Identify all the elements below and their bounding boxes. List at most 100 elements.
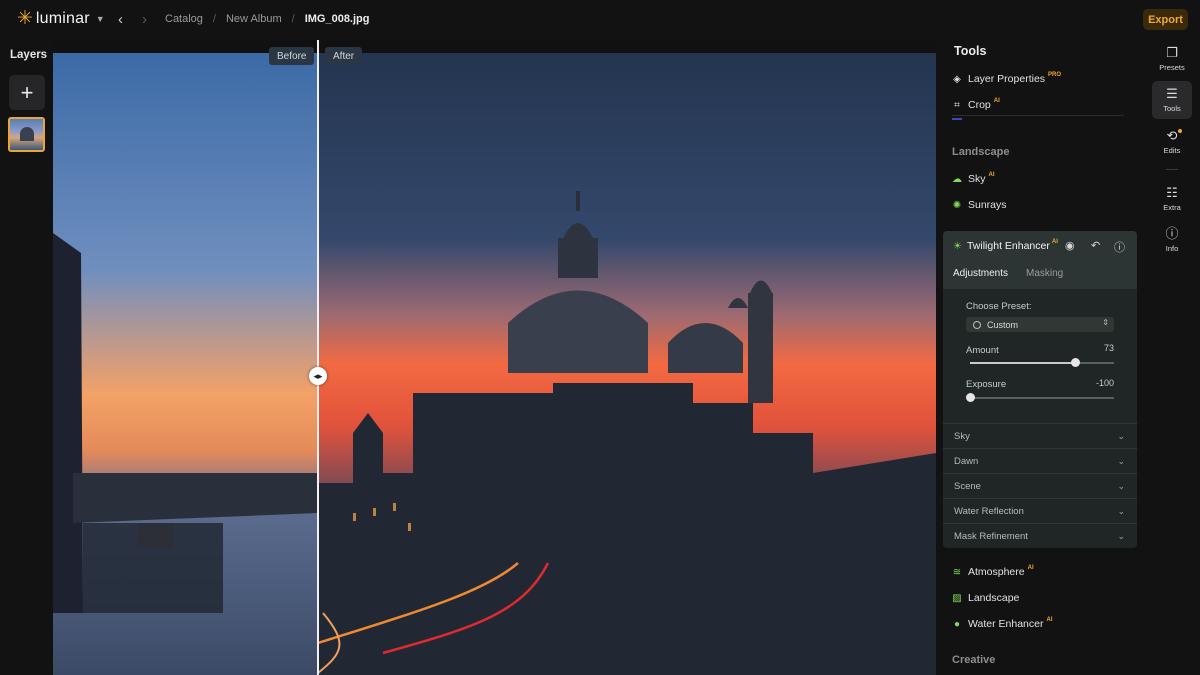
chevron-down-icon: ▼ <box>95 13 105 24</box>
section-label: Mask Refinement <box>954 530 1028 542</box>
cloud-icon: ☁ <box>952 173 962 185</box>
twilight-header[interactable]: ☀ Twilight Enhancer AI ◉ ↶ ⓘ <box>943 231 1137 260</box>
rail-tools[interactable]: ☰ Tools <box>1152 81 1192 119</box>
tool-label: Crop <box>968 99 991 111</box>
info-icon[interactable]: ⓘ <box>1114 239 1125 255</box>
tool-sky[interactable]: ☁ Sky AI <box>952 172 995 185</box>
rail-edits[interactable]: ⟲ Edits <box>1152 123 1192 161</box>
tool-water-enhancer[interactable]: ● Water Enhancer AI <box>952 617 1053 630</box>
section-mask-refinement[interactable]: Mask Refinement ⌄ <box>943 523 1137 548</box>
breadcrumb-album[interactable]: New Album <box>226 13 282 25</box>
rail-label: Tools <box>1163 104 1181 113</box>
drop-icon: ● <box>953 618 961 630</box>
section-water-reflection[interactable]: Water Reflection ⌄ <box>943 498 1137 523</box>
chevron-down-icon: ⌄ <box>1117 505 1125 516</box>
app-name: luminar <box>35 9 90 27</box>
section-label: Dawn <box>954 455 979 467</box>
tool-layer-properties[interactable]: ◈ Layer Properties PRO <box>952 72 1061 85</box>
ai-tag: AI <box>1046 617 1053 623</box>
tool-label: Sky <box>968 173 986 185</box>
ai-tag: AI <box>993 98 1000 104</box>
tab-adjustments[interactable]: Adjustments <box>953 268 1008 279</box>
tools-panel: Tools ◈ Layer Properties PRO ⌗ Crop AI L… <box>936 40 1146 675</box>
crop-icon: ⌗ <box>954 99 960 111</box>
tool-landscape[interactable]: ▨ Landscape <box>952 592 1019 604</box>
section-scene[interactable]: Scene ⌄ <box>943 473 1137 498</box>
venice-photo <box>53 53 936 675</box>
exposure-label: Exposure <box>966 379 1007 390</box>
rail-label: Extra <box>1163 203 1181 212</box>
preset-value: Custom <box>987 319 1019 330</box>
after-label: After <box>325 47 363 65</box>
amount-slider[interactable] <box>970 358 1114 367</box>
info-icon: ⓘ <box>1165 226 1179 241</box>
list-icon: ☷ <box>1166 185 1178 200</box>
rail-presets[interactable]: ❐ Presets <box>1152 40 1192 78</box>
sliders-icon: ☰ <box>1166 86 1178 101</box>
ai-tag: AI <box>1027 565 1034 571</box>
divider <box>952 115 1124 120</box>
app-logo[interactable]: ✳ luminar ▼ <box>17 9 105 28</box>
plus-icon: + <box>20 79 34 105</box>
chevron-down-icon: ⌄ <box>1117 455 1125 466</box>
section-label: Water Reflection <box>954 505 1024 517</box>
undo-icon[interactable]: ↶ <box>1091 239 1100 252</box>
compare-handle-icon[interactable]: ◂▸ <box>309 367 327 385</box>
breadcrumb-separator: / <box>212 13 216 25</box>
export-button[interactable]: Export <box>1143 9 1188 30</box>
twilight-enhancer-panel: ☀ Twilight Enhancer AI ◉ ↶ ⓘ Adjustments… <box>943 231 1137 548</box>
tool-label: Sunrays <box>968 199 1007 211</box>
compare-divider[interactable] <box>317 40 319 675</box>
layers-panel: Layers + <box>0 40 53 675</box>
amount-value: 73 <box>1103 343 1114 353</box>
breadcrumb-catalog[interactable]: Catalog <box>165 13 203 25</box>
photo-canvas[interactable] <box>53 53 936 675</box>
rail-label: Presets <box>1159 63 1185 72</box>
layer-thumbnail[interactable] <box>8 117 45 152</box>
notification-dot <box>1178 129 1182 133</box>
tool-label: Atmosphere <box>968 566 1025 578</box>
layers-icon: ◈ <box>953 73 961 85</box>
updown-chevron-icon: ⇕ <box>1102 318 1109 327</box>
before-label: Before <box>269 47 315 65</box>
twilight-title: ☀ Twilight Enhancer AI <box>953 239 1058 252</box>
breadcrumb: Catalog / New Album / IMG_008.jpg <box>165 13 369 25</box>
divider <box>1166 169 1178 170</box>
tool-crop[interactable]: ⌗ Crop AI <box>952 98 1000 111</box>
rail-info[interactable]: ⓘ Info <box>1152 221 1192 259</box>
image-icon: ▨ <box>952 592 962 604</box>
preset-select[interactable]: Custom ⇕ <box>966 317 1114 332</box>
tool-atmosphere[interactable]: ≋ Atmosphere AI <box>952 565 1034 578</box>
add-layer-button[interactable]: + <box>9 75 45 110</box>
section-dawn[interactable]: Dawn ⌄ <box>943 448 1137 473</box>
layers-title: Layers <box>10 49 48 61</box>
rail-extra[interactable]: ☷ Extra <box>1152 180 1192 218</box>
back-arrow-icon[interactable]: ‹ <box>118 11 123 28</box>
right-rail: ❐ Presets ☰ Tools ⟲ Edits ☷ Extra ⓘ Info <box>1146 40 1200 675</box>
top-bar: ✳ luminar ▼ ‹ › Catalog / New Album / IM… <box>0 0 1200 40</box>
tool-label: Layer Properties <box>968 73 1046 85</box>
exposure-slider[interactable] <box>965 393 1114 402</box>
section-landscape: Landscape <box>952 146 1010 158</box>
presets-icon: ❐ <box>1166 45 1178 60</box>
twilight-tabs: Adjustments Masking <box>943 260 1137 289</box>
forward-arrow-icon[interactable]: › <box>142 11 147 28</box>
section-sky[interactable]: Sky ⌄ <box>943 423 1137 448</box>
section-creative: Creative <box>952 654 996 666</box>
preset-label: Choose Preset: <box>966 301 1032 312</box>
exposure-slider-knob[interactable] <box>965 393 975 402</box>
section-label: Sky <box>954 430 970 442</box>
twilight-label: Twilight Enhancer <box>966 240 1050 252</box>
rail-label: Edits <box>1163 146 1181 155</box>
tool-sunrays[interactable]: ✺ Sunrays <box>952 199 1007 211</box>
ai-tag: AI <box>1051 239 1058 245</box>
chevron-down-icon: ⌄ <box>1117 480 1125 491</box>
chevron-down-icon: ⌄ <box>1117 430 1125 441</box>
exposure-value: -100 <box>1095 378 1114 388</box>
twilight-icon: ☀ <box>953 240 962 252</box>
amount-slider-knob[interactable] <box>1070 358 1080 367</box>
tab-masking[interactable]: Masking <box>1026 268 1063 279</box>
amount-slider-fill <box>970 362 1076 364</box>
eye-icon[interactable]: ◉ <box>1065 239 1075 252</box>
section-label: Scene <box>954 480 981 492</box>
